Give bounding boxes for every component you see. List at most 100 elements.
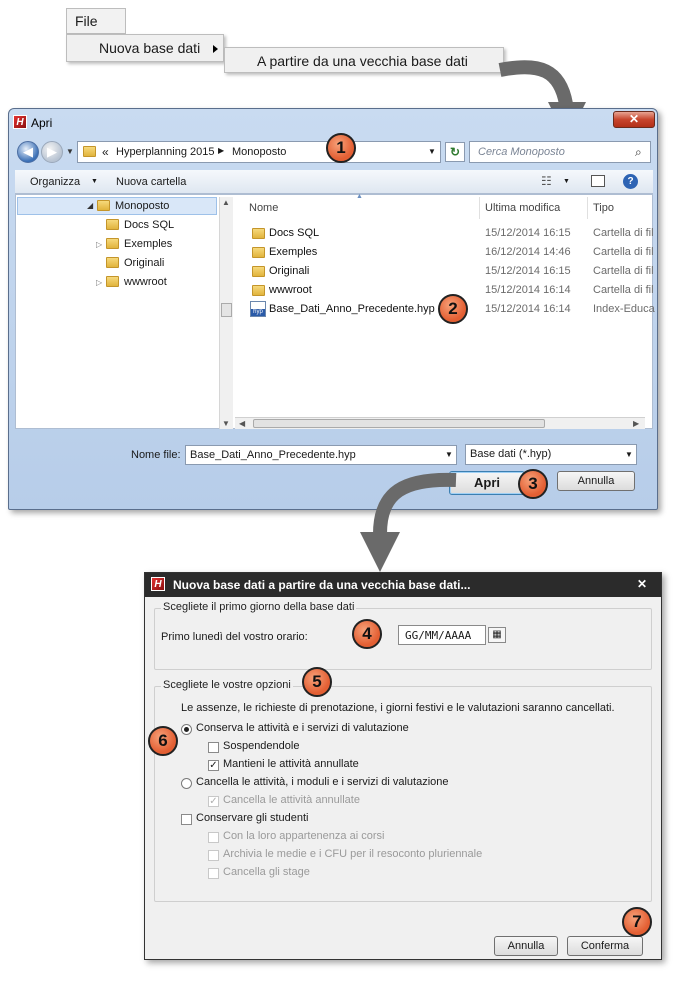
keep-activities-radio[interactable] bbox=[181, 724, 192, 735]
file-row-date: 15/12/2014 16:14 bbox=[485, 303, 571, 315]
view-options-icon[interactable]: ☷ bbox=[541, 174, 552, 188]
calendar-icon[interactable]: ▦ bbox=[488, 627, 506, 643]
organize-dropdown-icon[interactable]: ▼ bbox=[91, 178, 98, 185]
address-bar[interactable]: « Hyperplanning 2015 ▶ Monoposto ▼ bbox=[77, 141, 441, 163]
tree-item-wwwroot[interactable]: wwwroot bbox=[124, 276, 167, 288]
sort-ascending-icon: ▲ bbox=[356, 193, 363, 200]
step-badge-7: 7 bbox=[622, 907, 652, 937]
organize-button[interactable]: Organizza bbox=[30, 176, 80, 188]
file-row-type: Cartella di fil bbox=[593, 265, 654, 277]
menu-item-from-old-database[interactable]: A partire da una vecchia base dati bbox=[224, 47, 504, 73]
submenu-arrow-icon bbox=[213, 45, 218, 53]
search-input[interactable]: Cerca Monoposto bbox=[469, 141, 651, 163]
curved-arrow-icon bbox=[360, 472, 457, 572]
step-badge-5: 5 bbox=[302, 667, 332, 697]
dialog-titlebar: H Nuova base dati a partire da una vecch… bbox=[145, 573, 661, 597]
tree-expanded-icon[interactable]: ◢ bbox=[87, 201, 93, 210]
scroll-up-icon[interactable]: ▲ bbox=[222, 198, 230, 207]
first-monday-label: Primo lunedì del vostro orario: bbox=[161, 631, 308, 643]
step-badge-1: 1 bbox=[326, 133, 356, 163]
keep-students-checkbox[interactable] bbox=[181, 814, 192, 825]
address-chevrons: « bbox=[102, 145, 109, 159]
column-header-modified[interactable]: Ultima modifica bbox=[485, 202, 560, 214]
keep-cancelled-checkbox[interactable]: ✓ bbox=[208, 760, 219, 771]
breadcrumb-hyperplanning[interactable]: Hyperplanning 2015 bbox=[116, 146, 214, 158]
preview-pane-icon[interactable] bbox=[591, 175, 605, 187]
file-row-type: Cartella di fil bbox=[593, 284, 654, 296]
file-row-name[interactable]: Docs SQL bbox=[269, 227, 319, 239]
column-header-name[interactable]: Nome bbox=[249, 202, 278, 214]
file-row-date: 15/12/2014 16:15 bbox=[485, 227, 571, 239]
scroll-thumb[interactable] bbox=[221, 303, 232, 317]
filename-dropdown-icon[interactable]: ▼ bbox=[445, 450, 453, 459]
back-arrow-icon[interactable]: ◀ bbox=[17, 141, 39, 163]
forward-arrow-icon[interactable]: ▶ bbox=[41, 141, 63, 163]
keep-students-label: Conservare gli studenti bbox=[196, 812, 309, 824]
step-badge-2: 2 bbox=[438, 294, 468, 324]
step-badge-3: 3 bbox=[518, 469, 548, 499]
hyp-file-icon-label: hyp bbox=[251, 309, 265, 316]
scroll-right-icon[interactable]: ▶ bbox=[633, 419, 639, 428]
filetype-dropdown-icon[interactable]: ▼ bbox=[625, 450, 633, 459]
options-group: Scegliete le vostre opzioni Le assenze, … bbox=[154, 679, 652, 902]
menu-item-new-database[interactable]: Nuova base dati bbox=[66, 34, 224, 62]
delete-cancelled-checkbox[interactable]: ✓ bbox=[208, 796, 219, 807]
suspend-label: Sospendendole bbox=[223, 740, 300, 752]
filename-label: Nome file: bbox=[131, 449, 181, 461]
close-button[interactable]: ✕ bbox=[613, 111, 655, 128]
filetype-select[interactable]: Base dati (*.hyp) bbox=[465, 444, 637, 465]
suspend-checkbox[interactable] bbox=[208, 742, 219, 753]
horizontal-scroll-thumb[interactable] bbox=[253, 419, 545, 428]
tree-collapsed-icon[interactable]: ▷ bbox=[96, 240, 102, 249]
cancel-button[interactable]: Annulla bbox=[557, 471, 635, 491]
open-file-dialog: H Apri ✕ ◀ ▶ ▼ « Hyperplanning 2015 ▶ Mo… bbox=[8, 108, 658, 510]
breadcrumb-monoposto[interactable]: Monoposto bbox=[232, 146, 286, 158]
hyp-file-icon: hyp bbox=[250, 301, 266, 317]
confirm-button[interactable]: Conferma bbox=[567, 936, 643, 956]
keep-activities-label: Conserva le attività e i servizi di valu… bbox=[196, 722, 409, 734]
close-button[interactable]: ✕ bbox=[637, 577, 647, 591]
folder-icon bbox=[106, 257, 119, 268]
info-text: Le assenze, le richieste di prenotazione… bbox=[181, 702, 615, 714]
search-icon[interactable]: ⌕ bbox=[635, 145, 642, 160]
file-row-name[interactable]: Exemples bbox=[269, 246, 317, 258]
dialog-title: Apri bbox=[31, 116, 53, 130]
delete-cancelled-label: Cancella le attività annullate bbox=[223, 794, 360, 806]
dialog-title: Nuova base dati a partire da una vecchia… bbox=[173, 578, 471, 592]
refresh-icon[interactable]: ↻ bbox=[445, 142, 465, 162]
column-divider bbox=[479, 197, 480, 219]
cancel-button[interactable]: Annulla bbox=[494, 936, 558, 956]
menu-file[interactable]: File bbox=[66, 8, 126, 34]
file-row-type: Cartella di fil bbox=[593, 246, 654, 258]
delete-activities-radio[interactable] bbox=[181, 778, 192, 789]
tree-item-originali[interactable]: Originali bbox=[124, 257, 164, 269]
file-row-type: Cartella di fil bbox=[593, 227, 654, 239]
horizontal-scrollbar[interactable]: ◀ ▶ bbox=[235, 417, 645, 429]
tree-item-exemples[interactable]: Exemples bbox=[124, 238, 172, 250]
folder-icon bbox=[106, 238, 119, 249]
course-membership-checkbox[interactable] bbox=[208, 832, 219, 843]
file-row-name-selected[interactable]: Base_Dati_Anno_Precedente.hyp bbox=[269, 303, 435, 315]
tree-label: Monoposto bbox=[115, 200, 170, 212]
tree-item-docs-sql[interactable]: Docs SQL bbox=[124, 219, 174, 231]
file-row-name[interactable]: wwwroot bbox=[269, 284, 312, 296]
help-icon[interactable]: ? bbox=[623, 174, 638, 189]
archive-averages-checkbox[interactable] bbox=[208, 850, 219, 861]
tree-collapsed-icon[interactable]: ▷ bbox=[96, 278, 102, 287]
folder-icon bbox=[252, 285, 265, 296]
address-dropdown-icon[interactable]: ▼ bbox=[428, 147, 436, 156]
column-header-type[interactable]: Tipo bbox=[593, 202, 614, 214]
recent-dropdown-icon[interactable]: ▼ bbox=[66, 147, 74, 156]
scroll-down-icon[interactable]: ▼ bbox=[222, 419, 230, 428]
delete-stages-checkbox[interactable] bbox=[208, 868, 219, 879]
options-group-legend: Scegliete le vostre opzioni bbox=[161, 679, 293, 691]
file-row-date: 16/12/2014 14:46 bbox=[485, 246, 571, 258]
date-input[interactable]: GG/MM/AAAA bbox=[398, 625, 486, 645]
file-row-name[interactable]: Originali bbox=[269, 265, 309, 277]
menu-item-new-database-label: Nuova base dati bbox=[99, 40, 201, 56]
scroll-left-icon[interactable]: ◀ bbox=[239, 419, 245, 428]
new-folder-button[interactable]: Nuova cartella bbox=[116, 176, 186, 188]
view-dropdown-icon[interactable]: ▼ bbox=[563, 178, 570, 185]
folder-icon bbox=[252, 228, 265, 239]
filename-input[interactable]: Base_Dati_Anno_Precedente.hyp bbox=[185, 445, 457, 465]
